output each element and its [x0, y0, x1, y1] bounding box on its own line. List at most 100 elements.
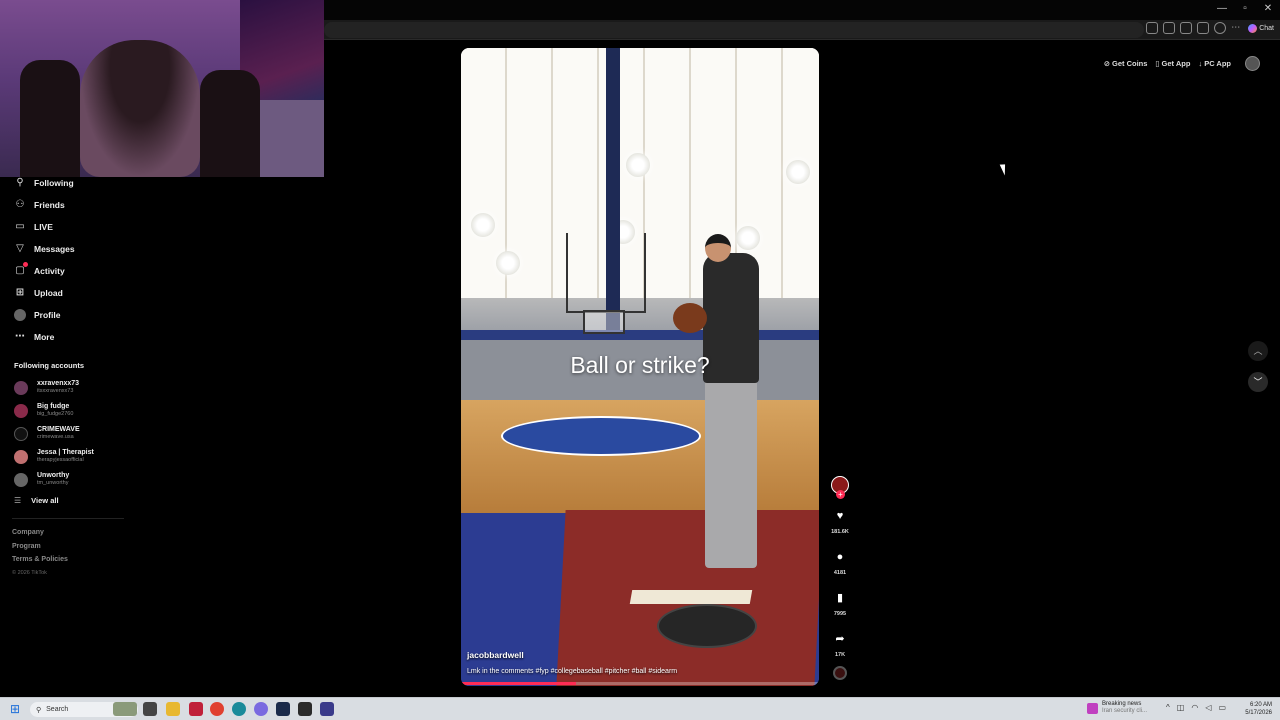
- following-icon: ⚲: [16, 177, 24, 188]
- app-icon-blue[interactable]: [320, 702, 334, 716]
- close-icon[interactable]: ✕: [1257, 3, 1279, 14]
- pc-app-button[interactable]: ↓ PC App: [1198, 59, 1231, 68]
- account-handle: big_fudge2760: [37, 411, 74, 417]
- video-description: Lmk in the comments #fyp #collegebasebal…: [467, 668, 678, 675]
- sidebar-item-upload[interactable]: ⊞ Upload: [14, 282, 124, 304]
- windows-start-icon[interactable]: ⊞: [10, 703, 22, 715]
- chrome-icon[interactable]: [210, 702, 224, 716]
- search-icon: ⚲: [36, 706, 42, 714]
- footer-company-link[interactable]: Company: [12, 529, 68, 543]
- clock-date: 5/17/2026: [1245, 710, 1272, 716]
- next-video-button[interactable]: ﹀: [1248, 372, 1268, 392]
- sidebar-item-friends[interactable]: ⚇ Friends: [14, 194, 124, 216]
- user-avatar[interactable]: [1245, 56, 1260, 71]
- comment-button[interactable]: ●: [829, 546, 851, 568]
- video-wall-band: [461, 330, 819, 340]
- chevron-up-icon[interactable]: ^: [1166, 703, 1170, 712]
- list-item[interactable]: Jessa | Therapist therapyjessaofficial: [14, 445, 94, 468]
- app-icon-red[interactable]: [189, 702, 203, 716]
- browser-menu-icon[interactable]: ⋯: [1231, 22, 1243, 34]
- activity-icon: ▢: [14, 262, 28, 277]
- more-icon: ⋯: [15, 331, 25, 342]
- list-item[interactable]: Unworthy tm_unworthy: [14, 468, 94, 491]
- edge-icon[interactable]: [232, 702, 246, 716]
- collections-icon[interactable]: [1197, 22, 1210, 34]
- footer-terms-link[interactable]: Terms & Policies: [12, 556, 68, 570]
- live-icon: ▭: [15, 221, 25, 232]
- account-handle: therapyjessaofficial: [37, 457, 84, 463]
- file-explorer-icon[interactable]: [166, 702, 180, 716]
- get-app-label: Get App: [1161, 59, 1191, 68]
- sidebar-item-more[interactable]: ⋯ More: [14, 326, 124, 348]
- sidebar-item-label: Profile: [34, 310, 61, 320]
- browser-profile-icon[interactable]: [1214, 22, 1227, 34]
- video-progress-bar[interactable]: [461, 682, 819, 685]
- minimize-icon[interactable]: —: [1211, 3, 1233, 14]
- search-highlight-icon[interactable]: [113, 702, 137, 716]
- footer-program-link[interactable]: Program: [12, 543, 68, 557]
- view-all-link[interactable]: ☰ View all: [14, 496, 59, 505]
- favorite-icon[interactable]: [1163, 22, 1176, 34]
- list-icon: ☰: [14, 496, 22, 505]
- steam-icon[interactable]: [276, 702, 290, 716]
- browser-toolbar: ⋯ Chat: [1146, 22, 1274, 34]
- action-rail: + ♥ 181.6K ● 4181 ▮ 7995 ➦ 17K: [829, 476, 851, 680]
- url-field[interactable]: [324, 22, 1144, 38]
- sidebar-item-profile[interactable]: Profile: [14, 304, 124, 326]
- music-disc-icon[interactable]: [833, 666, 847, 680]
- list-item[interactable]: xxravenxx73 itsxxravenxx73: [14, 376, 94, 399]
- save-count: 7995: [833, 611, 847, 617]
- pitcher-head: [705, 234, 731, 262]
- sidebar-item-following[interactable]: ⚲ Following: [14, 172, 124, 194]
- video-username[interactable]: jacobbardwell: [467, 650, 524, 660]
- network-icon[interactable]: ◫: [1177, 703, 1185, 712]
- previous-video-button[interactable]: ︿: [1248, 341, 1268, 361]
- pitcher-legs: [705, 378, 757, 568]
- sidebar-item-activity[interactable]: ▢ Activity: [14, 260, 124, 282]
- list-item[interactable]: Big fudge big_fudge2760: [14, 399, 94, 422]
- speaker-icon[interactable]: ◁: [1205, 703, 1211, 712]
- view-all-label: View all: [31, 496, 59, 505]
- get-app-button[interactable]: ▯ Get App: [1155, 59, 1190, 68]
- battery-icon[interactable]: ▭: [1218, 703, 1226, 712]
- share-icon: ➦: [835, 633, 845, 645]
- copilot-chat-button[interactable]: Chat: [1248, 23, 1274, 33]
- baseball-glove: [673, 303, 707, 333]
- video-player[interactable]: Ball or strike? jacobbardwell Lmk in the…: [461, 48, 819, 686]
- account-name: xxravenxx73: [37, 380, 80, 387]
- bookmark-icon: ▮: [836, 592, 844, 604]
- save-button[interactable]: ▮: [829, 587, 851, 609]
- list-item[interactable]: CRIMEWAVE crimewave.usa: [14, 422, 94, 445]
- ceiling-light: [471, 213, 495, 237]
- like-button[interactable]: ♥: [829, 505, 851, 527]
- video-progress-fill: [461, 682, 576, 685]
- taskbar-clock[interactable]: 6:20 AM 5/17/2026: [1242, 701, 1272, 717]
- taskbar-search-label: Search: [46, 706, 69, 713]
- chat-label: Chat: [1259, 24, 1274, 32]
- share-button[interactable]: ➦: [829, 628, 851, 650]
- taskbar: ⊞ ⚲ Search Breaking news Iran security c…: [0, 697, 1280, 720]
- profile-icon: [14, 309, 26, 321]
- follow-plus-icon[interactable]: +: [836, 490, 845, 499]
- system-tray: ^ ◫ ◠ ◁ ▭: [1166, 703, 1226, 712]
- get-coins-button[interactable]: ⊘ Get Coins: [1104, 59, 1148, 68]
- account-name: Unworthy: [37, 472, 70, 479]
- task-view-icon[interactable]: [143, 702, 157, 716]
- court-circle: [501, 416, 701, 456]
- extensions-icon[interactable]: [1180, 22, 1193, 34]
- creator-avatar[interactable]: +: [831, 476, 849, 499]
- split-screen-icon[interactable]: [1146, 22, 1159, 34]
- sidebar-nav: ⚲ Following ⚇ Friends ▭ LIVE ▽ Messages …: [14, 172, 124, 348]
- sidebar-item-live[interactable]: ▭ LIVE: [14, 216, 124, 238]
- discord-icon[interactable]: [254, 702, 268, 716]
- account-handle: itsxxravenxx73: [37, 388, 74, 394]
- sidebar-item-label: More: [34, 332, 55, 342]
- obs-icon[interactable]: [298, 702, 312, 716]
- news-title: Breaking news: [1102, 701, 1142, 707]
- news-widget[interactable]: Breaking news Iran security cli...: [1087, 701, 1147, 715]
- sidebar-item-messages[interactable]: ▽ Messages: [14, 238, 124, 260]
- maximize-icon[interactable]: ▫: [1234, 3, 1256, 14]
- mouse-cursor-icon: [999, 162, 1010, 176]
- wifi-icon[interactable]: ◠: [1191, 703, 1198, 712]
- copyright: © 2026 TikTok: [12, 569, 47, 576]
